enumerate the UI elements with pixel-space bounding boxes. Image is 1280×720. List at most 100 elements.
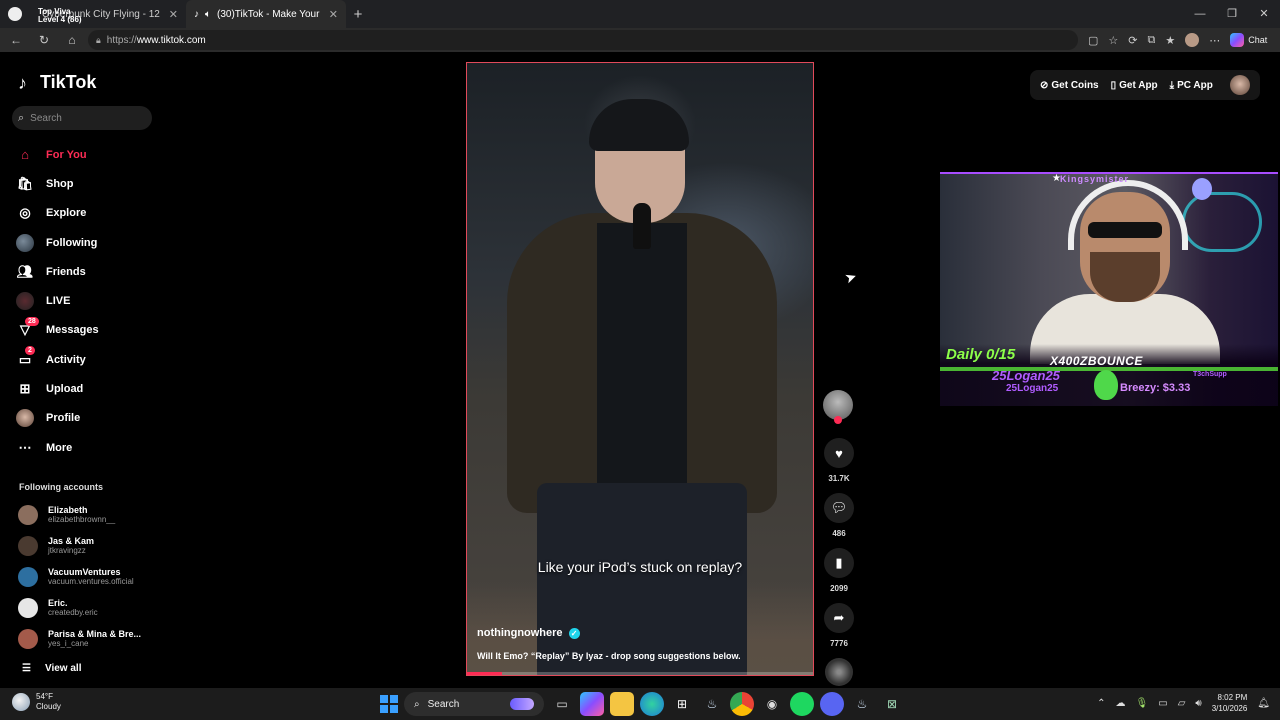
coin-icon: ⊘ — [1040, 79, 1049, 91]
search-placeholder: Search — [30, 112, 62, 124]
profile-avatar[interactable] — [1185, 33, 1200, 47]
sidebar-item-friends[interactable]: 👥︎ Friends — [16, 257, 166, 286]
refresh-icon[interactable]: ⟳ — [1128, 34, 1137, 47]
music-disc-icon[interactable] — [825, 658, 853, 686]
close-icon[interactable]: ✕ — [329, 8, 338, 21]
file-explorer-icon[interactable] — [610, 692, 634, 716]
account-handle: yes_i_cane — [48, 638, 89, 648]
sidebar-item-upload[interactable]: ⊞ Upload — [16, 374, 166, 403]
steam-icon[interactable]: ♨ — [700, 692, 724, 716]
copilot-app-icon[interactable] — [580, 692, 604, 716]
search-input[interactable]: ⌕ Search — [12, 106, 152, 130]
sidebar-item-explore[interactable]: ◎ Explore — [16, 199, 166, 228]
video-person-beanie — [589, 99, 689, 151]
pc-app-button[interactable]: ⤓ PC App — [1170, 80, 1213, 91]
chevron-up-icon[interactable]: ⌃ — [1097, 698, 1105, 709]
extensions-icon[interactable]: ⧉ — [1148, 34, 1156, 47]
comment-action[interactable]: 💬︎ 486 — [823, 493, 855, 538]
obs-icon[interactable]: ◉ — [760, 692, 784, 716]
cloud-icon — [12, 693, 30, 711]
maximize-button[interactable]: ❐ — [1216, 0, 1248, 28]
video-description: Will It Emo? “Replay” By Iyaz - drop son… — [477, 651, 741, 661]
steam-app-icon[interactable]: ♨ — [850, 692, 874, 716]
list-item[interactable]: Jas & Kam jtkravingzz — [18, 531, 168, 562]
comment-icon[interactable]: 💬︎ — [824, 493, 854, 523]
save-count: 2099 — [830, 584, 848, 593]
video-author[interactable]: nothingnowhere ✓ — [477, 627, 580, 639]
sidebar-item-following[interactable]: Following — [16, 228, 166, 257]
store-icon[interactable]: ⊞ — [670, 692, 694, 716]
share-count: 7776 — [830, 639, 848, 648]
video-person-pants — [537, 483, 747, 675]
toolbar: ▢ ☆ ⟳ ⧉ ★ ⋯ — [1088, 33, 1220, 47]
avatar — [18, 628, 38, 649]
tab-tiktok[interactable]: ♪ 🔈︎ (30)TikTok - Make Your Day ✕ — [186, 0, 346, 28]
sidebar-item-activity[interactable]: ▭ 2 Activity — [16, 345, 166, 374]
get-coins-button[interactable]: ⊘ Get Coins — [1040, 80, 1099, 91]
speaker-icon[interactable]: 🔈︎ — [205, 9, 211, 20]
save-action[interactable]: ▮ 2099 — [823, 548, 855, 593]
new-tab-button[interactable]: + — [346, 6, 370, 23]
bookmark-icon[interactable]: ▮ — [824, 548, 854, 578]
split-screen-icon[interactable]: ▢ — [1088, 34, 1098, 47]
sidebar-item-profile[interactable]: Profile — [16, 404, 166, 433]
network-icon[interactable]: ▱ — [1178, 698, 1186, 709]
clock[interactable]: 8:02 PM 3/10/2026 — [1212, 692, 1248, 714]
list-item[interactable]: Eric. createdby.eric — [18, 592, 168, 623]
chrome-icon[interactable] — [730, 692, 754, 716]
list-item[interactable]: Parisa & Mina & Bre... yes_i_cane — [18, 623, 168, 654]
microphone-icon[interactable]: 🎙︎ — [1136, 698, 1149, 709]
back-button[interactable]: ← — [4, 33, 28, 47]
avatar — [18, 597, 38, 618]
close-icon[interactable]: ✕ — [169, 8, 178, 21]
task-view-icon[interactable]: ▭ — [550, 692, 574, 716]
discord-icon[interactable] — [820, 692, 844, 716]
tab-cyberpunk[interactable]: Cyberpunk City Flying - 12 H ✕ Top Viva … — [0, 0, 186, 28]
sidebar-item-messages[interactable]: ▽ 28 Messages — [16, 316, 166, 345]
alien-logo-icon — [1192, 178, 1212, 200]
sidebar-item-live[interactable]: LIVE — [16, 286, 166, 315]
reload-button[interactable]: ↻ — [32, 33, 56, 47]
onedrive-icon[interactable]: ☁ — [1116, 698, 1126, 709]
view-all-link[interactable]: ☰ View all — [22, 663, 81, 674]
tiktok-logo[interactable]: ♪ TikTok — [18, 72, 96, 93]
video-progress-bar[interactable] — [467, 672, 813, 675]
minimize-button[interactable]: — — [1184, 0, 1216, 28]
video-player[interactable]: Like your iPod’s stuck on replay? nothin… — [466, 62, 814, 676]
sidebar-item-more[interactable]: ⋯ More — [16, 433, 166, 462]
excel-like-icon[interactable]: ⊠ — [880, 692, 904, 716]
list-item[interactable]: VacuumVentures vacuum.ventures.official — [18, 562, 168, 593]
taskbar-search[interactable]: ⌕ Search — [404, 692, 544, 716]
volume-icon[interactable]: 🔊︎ — [1195, 698, 1201, 709]
share-icon[interactable]: ➦ — [824, 603, 854, 633]
sidebar-item-shop[interactable]: 🛍︎ Shop — [16, 169, 166, 198]
home-button[interactable]: ⌂ — [60, 33, 84, 47]
author-name: nothingnowhere — [477, 627, 563, 639]
heart-icon[interactable]: ♥ — [824, 438, 854, 468]
display-icon[interactable]: ▭ — [1158, 698, 1167, 709]
notification-icon[interactable]: 🔔︎ — [1257, 698, 1270, 709]
stream-top-name: Kingsymister — [1060, 174, 1130, 184]
window-controls: — ❐ ✕ — [1184, 0, 1280, 28]
weather-widget[interactable]: 54°F Cloudy — [12, 692, 61, 712]
share-action[interactable]: ➦ 7776 — [823, 603, 855, 648]
list-item[interactable]: Elizabeth elizabethbrownn__ — [18, 500, 168, 531]
creator-avatar[interactable] — [823, 390, 853, 424]
close-window-button[interactable]: ✕ — [1248, 0, 1280, 28]
follow-icon[interactable] — [834, 416, 842, 424]
edge-icon[interactable] — [640, 692, 664, 716]
favorites-icon[interactable]: ★ — [1165, 34, 1175, 47]
url-field[interactable]: 🔒︎ https://www.tiktok.com — [88, 30, 1078, 50]
spotify-icon[interactable] — [790, 692, 814, 716]
taskbar-search-label: Search — [427, 698, 460, 710]
favorite-icon[interactable]: ☆ — [1108, 34, 1118, 47]
menu-icon[interactable]: ⋯ — [1209, 34, 1220, 47]
like-action[interactable]: ♥ 31.7K — [823, 438, 855, 483]
user-avatar[interactable] — [1230, 75, 1250, 95]
windows-start-icon[interactable] — [380, 695, 398, 713]
get-app-button[interactable]: ▯ Get App — [1111, 80, 1158, 91]
copilot-chat-button[interactable]: Chat — [1230, 33, 1267, 47]
home-icon: ⌂ — [21, 147, 29, 163]
sidebar-item-for-you[interactable]: ⌂ For You — [16, 140, 166, 169]
view-all-label: View all — [44, 663, 82, 674]
